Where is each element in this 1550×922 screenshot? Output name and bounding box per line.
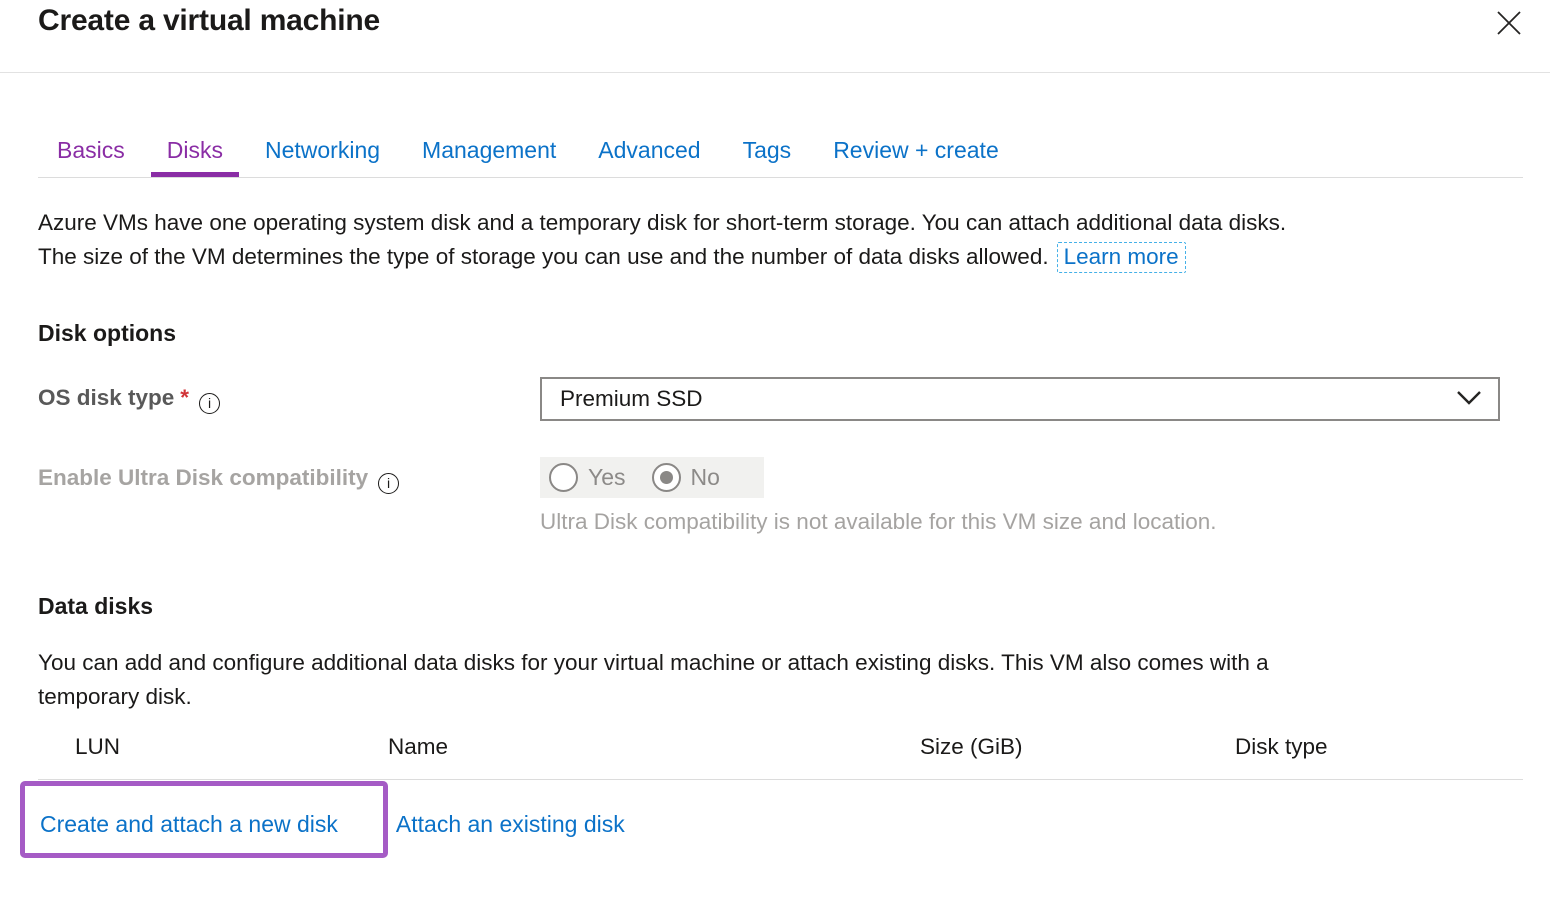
- create-and-attach-new-disk-link[interactable]: Create and attach a new disk: [40, 811, 338, 838]
- required-asterisk: *: [180, 385, 189, 410]
- intro-line-2-text: The size of the VM determines the type o…: [38, 244, 1049, 269]
- ultra-disk-label: Enable Ultra Disk compatibility i: [38, 457, 540, 494]
- ultra-disk-radio-group: Yes No: [540, 457, 764, 498]
- data-disks-description-line-2: temporary disk.: [38, 680, 1512, 714]
- data-disks-heading: Data disks: [38, 593, 1512, 620]
- dialog-header: Create a virtual machine: [0, 0, 1550, 73]
- intro-line-1: Azure VMs have one operating system disk…: [38, 206, 1512, 240]
- radio-yes-circle-icon: [549, 463, 578, 492]
- intro-line-2: The size of the VM determines the type o…: [38, 240, 1512, 274]
- tab-tags[interactable]: Tags: [727, 137, 808, 177]
- radio-no-label: No: [691, 464, 720, 491]
- disks-intro-text: Azure VMs have one operating system disk…: [38, 206, 1512, 274]
- os-disk-type-row: OS disk type* i Premium SSD: [38, 377, 1500, 421]
- disk-options-heading: Disk options: [38, 320, 1512, 347]
- radio-selected-dot-icon: [660, 471, 673, 484]
- os-disk-type-label: OS disk type* i: [38, 377, 540, 414]
- ultra-disk-helper-text: Ultra Disk compatibility is not availabl…: [540, 507, 1500, 537]
- tab-basics[interactable]: Basics: [41, 137, 141, 177]
- data-disks-actions: Create and attach a new disk Attach an e…: [38, 780, 1523, 910]
- radio-no-circle-icon: [652, 463, 681, 492]
- column-header-name: Name: [388, 734, 448, 760]
- os-disk-type-value: Premium SSD: [560, 386, 703, 412]
- info-icon[interactable]: i: [199, 393, 220, 414]
- os-disk-type-label-text: OS disk type: [38, 385, 174, 410]
- actions-links-row: Create and attach a new disk Attach an e…: [38, 780, 1523, 838]
- os-disk-type-control: Premium SSD: [540, 377, 1500, 421]
- column-header-lun: LUN: [75, 734, 120, 760]
- attach-existing-disk-link[interactable]: Attach an existing disk: [396, 811, 625, 838]
- ultra-disk-row: Enable Ultra Disk compatibility i Yes No …: [38, 457, 1500, 537]
- tab-advanced[interactable]: Advanced: [582, 137, 716, 177]
- radio-yes[interactable]: Yes: [549, 463, 626, 492]
- ultra-disk-label-text: Enable Ultra Disk compatibility: [38, 465, 368, 490]
- column-header-size: Size (GiB): [920, 734, 1023, 760]
- data-disks-table-header: LUN Name Size (GiB) Disk type: [38, 732, 1523, 780]
- ultra-disk-control: Yes No Ultra Disk compatibility is not a…: [540, 457, 1500, 537]
- data-disks-description-line-1: You can add and configure additional dat…: [38, 646, 1512, 680]
- tab-review-create[interactable]: Review + create: [817, 137, 1015, 177]
- close-icon: [1496, 10, 1522, 36]
- tab-networking[interactable]: Networking: [249, 137, 396, 177]
- info-icon[interactable]: i: [378, 473, 399, 494]
- wizard-tab-bar: Basics Disks Networking Management Advan…: [38, 137, 1523, 178]
- tab-management[interactable]: Management: [406, 137, 572, 177]
- create-vm-dialog: Create a virtual machine Basics Disks Ne…: [0, 0, 1550, 922]
- close-button[interactable]: [1496, 10, 1522, 36]
- tab-disks[interactable]: Disks: [151, 137, 239, 177]
- learn-more-link[interactable]: Learn more: [1057, 242, 1186, 273]
- radio-no[interactable]: No: [652, 463, 720, 492]
- os-disk-type-dropdown[interactable]: Premium SSD: [540, 377, 1500, 421]
- data-disks-description: You can add and configure additional dat…: [38, 646, 1512, 714]
- chevron-down-icon: [1456, 386, 1482, 412]
- radio-yes-label: Yes: [588, 464, 626, 491]
- page-title: Create a virtual machine: [38, 2, 380, 38]
- column-header-disk-type: Disk type: [1235, 734, 1328, 760]
